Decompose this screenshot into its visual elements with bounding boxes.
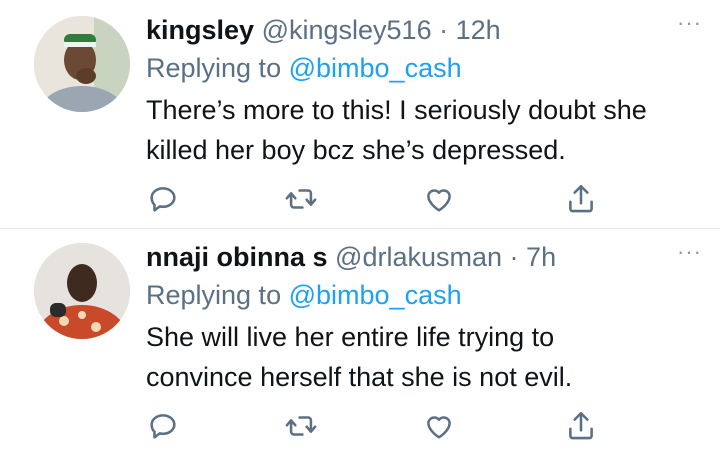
timestamp[interactable]: 12h: [456, 15, 501, 45]
tweet-text-line: killed her boy bcz she’s depressed.: [146, 135, 566, 165]
tweet-text-line: convince herself that she is not evil.: [146, 362, 573, 392]
separator-dot: ·: [509, 242, 519, 272]
separator-dot: ·: [439, 15, 449, 45]
tweet-text-line: There’s more to this! I seriously doubt …: [146, 95, 647, 125]
avatar[interactable]: [34, 16, 130, 112]
avatar-photo: [34, 16, 130, 112]
like-button[interactable]: [422, 182, 456, 216]
reply-button[interactable]: [146, 409, 180, 443]
retweet-icon: [285, 189, 317, 209]
like-button[interactable]: [422, 409, 456, 443]
share-button[interactable]: [564, 409, 598, 443]
mention-link[interactable]: @bimbo_cash: [289, 280, 462, 310]
replying-prefix: Replying to: [146, 280, 282, 310]
heart-icon: [427, 416, 451, 439]
mention-link[interactable]: @bimbo_cash: [289, 53, 462, 83]
replying-to: Replying to @bimbo_cash: [146, 50, 700, 86]
user-handle[interactable]: @drlakusman: [335, 242, 502, 272]
retweet-button[interactable]: [284, 182, 318, 216]
tweet-actions: [146, 182, 606, 218]
avatar[interactable]: [34, 243, 130, 339]
replying-prefix: Replying to: [146, 53, 282, 83]
tweet-reply[interactable]: nnaji obinna s @drlakusman · 7h Replying…: [0, 228, 720, 457]
reply-button[interactable]: [146, 182, 180, 216]
heart-icon: [427, 189, 451, 212]
share-icon: [569, 184, 593, 213]
retweet-icon: [285, 416, 317, 436]
reply-icon: [150, 187, 176, 212]
tweet-header: kingsley @kingsley516 · 12h: [146, 12, 700, 48]
tweet-text: She will live her entire life trying to …: [146, 317, 700, 397]
user-handle[interactable]: @kingsley516: [262, 15, 432, 45]
more-options-icon[interactable]: ···: [677, 241, 702, 263]
display-name[interactable]: kingsley: [146, 15, 254, 45]
reply-icon: [150, 414, 176, 439]
tweet-text: There’s more to this! I seriously doubt …: [146, 90, 700, 170]
retweet-button[interactable]: [284, 409, 318, 443]
tweet-actions: [146, 409, 606, 445]
replying-to: Replying to @bimbo_cash: [146, 277, 700, 313]
tweet-text-line: She will live her entire life trying to: [146, 322, 555, 352]
avatar-photo: [34, 243, 130, 339]
tweet-header: nnaji obinna s @drlakusman · 7h: [146, 239, 700, 275]
timestamp[interactable]: 7h: [526, 242, 556, 272]
display-name[interactable]: nnaji obinna s: [146, 242, 328, 272]
more-options-icon[interactable]: ···: [677, 12, 702, 34]
share-button[interactable]: [564, 182, 598, 216]
share-icon: [569, 411, 593, 440]
tweet-reply[interactable]: kingsley @kingsley516 · 12h Replying to …: [0, 0, 720, 228]
